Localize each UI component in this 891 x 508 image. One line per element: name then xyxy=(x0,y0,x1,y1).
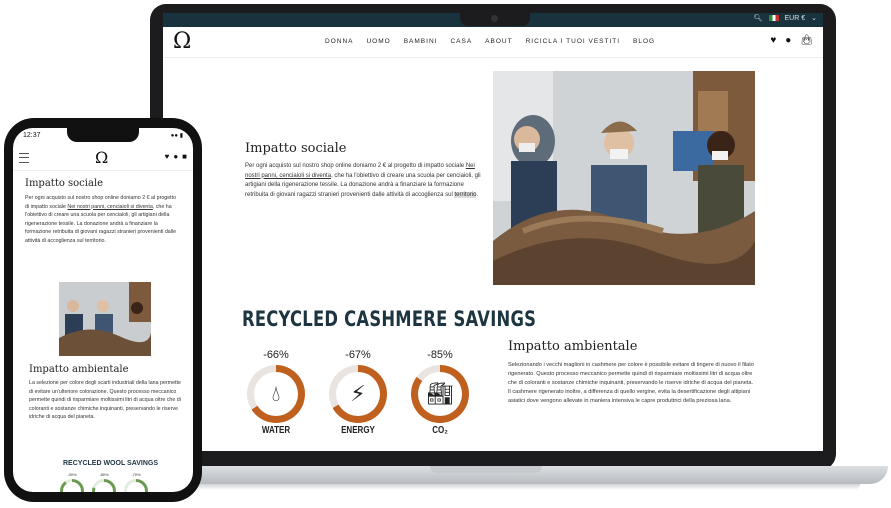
stat-energy: -67% ⚡︎ ENERGY xyxy=(323,349,393,436)
stat-energy-percent: -67% xyxy=(345,349,371,361)
phone-environment-title: Impatto ambientale xyxy=(29,364,129,375)
environment-title: Impatto ambientale xyxy=(508,339,638,354)
brand-logo[interactable]: Ω xyxy=(173,31,191,53)
search-icon[interactable]: 🔍︎ xyxy=(754,14,763,22)
nav-item-ricicla[interactable]: RICICLA I TUOI VESTITI xyxy=(526,38,620,45)
phone-user-icon[interactable]: ● xyxy=(173,152,178,161)
phone-environment-text: La selezione per colore degli scarti ind… xyxy=(29,380,181,421)
stat-co2-ring: 🏭︎ xyxy=(411,365,469,423)
hamburger-menu-icon[interactable] xyxy=(19,153,29,163)
phone-nav-actions: ♥ ● ■ xyxy=(165,152,187,161)
nav-menu: DONNA UOMO BAMBINI CASA ABOUT RICICLA I … xyxy=(325,38,655,45)
phone-heart-icon[interactable]: ♥ xyxy=(165,152,170,161)
laptop-base-notch xyxy=(430,466,542,473)
nav-item-blog[interactable]: BLOG xyxy=(633,38,655,45)
phone-stat-3: -70% xyxy=(121,472,151,492)
factory-icon: 🏭︎ xyxy=(426,381,454,406)
stat-water-ring: 💧︎ xyxy=(247,365,305,423)
phone-notch xyxy=(67,128,139,142)
account-user-icon[interactable]: ● xyxy=(785,35,791,46)
phone-screen: 12:37 ●● ▮ Ω ♥ ● ■ Impatto sociale Per o… xyxy=(13,128,193,492)
stat-energy-label: ENERGY xyxy=(341,425,375,436)
phone-wool-title: RECYCLED WOOL SAVINGS xyxy=(63,460,159,467)
environment-text: Selezionando i vecchi maglioni in cashme… xyxy=(508,362,754,404)
phone-social-title: Impatto sociale xyxy=(25,178,104,189)
phone-social-text: Per ogni acquisto sul nostro shop online… xyxy=(25,195,177,244)
wishlist-heart-icon[interactable]: ♥ xyxy=(770,35,776,46)
phone-stat-2: -80% xyxy=(89,472,119,492)
stat-water: -66% 💧︎ WATER xyxy=(241,349,311,436)
water-drops-icon: 💧︎ xyxy=(271,381,281,406)
highlighted-word: territorio xyxy=(454,191,477,198)
phone-social-link[interactable]: Nei nostri panni, cenciaioli si diventa xyxy=(67,204,152,210)
stat-co2-label: CO₂ xyxy=(432,425,448,436)
laptop-camera xyxy=(491,15,498,22)
italy-flag-icon[interactable] xyxy=(768,15,779,21)
phone-brand-logo[interactable]: Ω xyxy=(95,148,108,167)
social-text: Per ogni acquisto sul nostro shop online… xyxy=(245,163,481,198)
chevron-down-icon: ⌄ xyxy=(811,15,817,22)
currency-selector[interactable]: EUR € xyxy=(785,15,806,22)
nav-item-donna[interactable]: DONNA xyxy=(325,38,353,45)
workshop-photo xyxy=(493,71,755,285)
phone-workshop-photo xyxy=(59,282,151,356)
nav-item-uomo[interactable]: UOMO xyxy=(366,38,390,45)
laptop-screen: 🔍︎ EUR € ⌄ Ω DONNA UOMO BAMBINI CASA ABO… xyxy=(163,13,823,451)
cashmere-savings-title: RECYCLED CASHMERE SAVINGS xyxy=(242,307,537,331)
phone-time: 12:37 xyxy=(23,132,41,139)
nav-item-about[interactable]: ABOUT xyxy=(485,38,512,45)
stat-water-percent: -66% xyxy=(263,349,289,361)
laptop-shadow xyxy=(120,484,860,490)
phone-stat-1: -90% xyxy=(57,472,87,492)
phone-bag-icon[interactable]: ■ xyxy=(182,152,187,161)
stat-co2-percent: -85% xyxy=(427,349,453,361)
stat-water-label: WATER xyxy=(261,425,291,436)
phone-nav: Ω ♥ ● ■ xyxy=(13,146,193,171)
stat-co2: -85% 🏭︎ CO₂ xyxy=(405,349,475,436)
nav-actions: ♥ ● 👜︎ xyxy=(770,35,813,46)
phone-status-icons: ●● ▮ xyxy=(170,133,183,139)
nav-item-bambini[interactable]: BAMBINI xyxy=(404,38,438,45)
plug-icon: ⚡︎ xyxy=(350,381,366,406)
stat-energy-ring: ⚡︎ xyxy=(329,365,387,423)
cart-bag-icon[interactable]: 👜︎ xyxy=(800,35,813,46)
main-nav: Ω DONNA UOMO BAMBINI CASA ABOUT RICICLA … xyxy=(163,27,823,58)
social-title: Impatto sociale xyxy=(245,141,347,156)
nav-item-casa[interactable]: CASA xyxy=(450,38,472,45)
